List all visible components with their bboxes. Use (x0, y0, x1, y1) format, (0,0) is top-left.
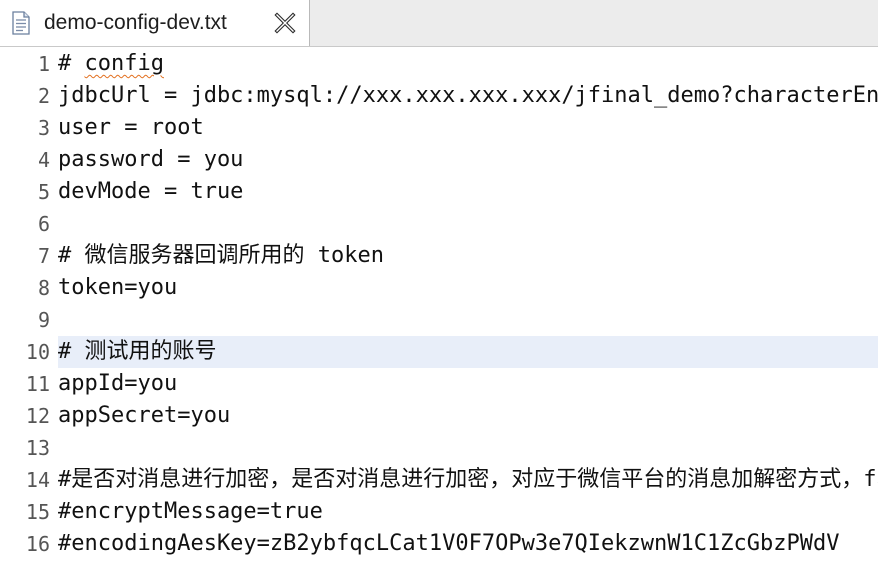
line-content: jdbcUrl = jdbc:mysql://xxx.xxx.xxx.xxx/j… (58, 83, 878, 108)
line-text[interactable]: appSecret=you (58, 400, 878, 432)
line-text[interactable]: # 微信服务器回调所用的 token (58, 240, 878, 272)
line-number: 8 (37, 276, 50, 300)
line-number: 6 (37, 212, 50, 236)
line-content: password = you (58, 147, 244, 172)
line-content: appId=you (58, 371, 178, 396)
code-line[interactable]: 10 # 测试用的账号 (0, 336, 878, 368)
line-text[interactable]: devMode = true (58, 176, 878, 208)
text-editor[interactable]: 1 # config 2 jdbcUrl = jdbc:mysql://xxx.xxx… (0, 47, 878, 572)
line-text[interactable]: #encodingAesKey=zB2ybfqcLCat1V0F7OPw3e7Q… (58, 528, 878, 560)
line-content: token=you (58, 275, 178, 300)
line-text[interactable]: appId=you (58, 368, 878, 400)
close-icon[interactable] (274, 12, 296, 34)
line-content: #encodingAesKey=zB2ybfqcLCat1V0F7OPw3e7Q… (58, 531, 840, 556)
tab-title: demo-config-dev.txt (44, 11, 227, 34)
line-text[interactable]: token=you (58, 272, 878, 304)
line-number: 7 (37, 244, 50, 268)
line-text[interactable]: #encryptMessage=true (58, 496, 878, 528)
line-content: devMode = true (58, 179, 244, 204)
code-line[interactable]: 4 password = you (0, 144, 878, 176)
line-text[interactable] (58, 304, 878, 336)
tab-demo-config-dev[interactable]: demo-config-dev.txt (0, 0, 310, 46)
line-number: 15 (25, 500, 50, 524)
code-line[interactable]: 6 (0, 208, 878, 240)
line-text[interactable] (58, 432, 878, 464)
editor-window: demo-config-dev.txt 1 # config 2 jdbcUrl = … (0, 0, 878, 572)
code-line[interactable]: 14 #是否对消息进行加密，是否对消息进行加密，对应于微信平台的消息加解密方式，f… (0, 464, 878, 496)
line-number: 1 (37, 52, 50, 76)
line-number: 5 (37, 180, 50, 204)
line-text[interactable]: # config (58, 48, 878, 80)
line-content: appSecret=you (58, 403, 231, 428)
line-text[interactable]: jdbcUrl = jdbc:mysql://xxx.xxx.xxx.xxx/j… (58, 80, 878, 112)
line-content: #是否对消息进行加密，是否对消息进行加密，对应于微信平台的消息加解密方式，fa (58, 467, 878, 492)
line-number: 13 (25, 436, 50, 460)
line-content: # 微信服务器回调所用的 token (58, 243, 384, 268)
line-text[interactable] (58, 208, 878, 240)
code-line[interactable]: 15 #encryptMessage=true (0, 496, 878, 528)
code-line[interactable]: 1 # config (0, 48, 878, 80)
line-content: user = root (58, 115, 204, 140)
code-line[interactable]: 5 devMode = true (0, 176, 878, 208)
code-line[interactable]: 8 token=you (0, 272, 878, 304)
line-number: 16 (25, 532, 50, 556)
comment-prefix: # (58, 51, 85, 76)
line-text[interactable]: #是否对消息进行加密，是否对消息进行加密，对应于微信平台的消息加解密方式，fa (58, 464, 878, 496)
line-number: 4 (37, 148, 50, 172)
line-number: 2 (37, 84, 50, 108)
line-number: 12 (25, 404, 50, 428)
code-line[interactable]: 7 # 微信服务器回调所用的 token (0, 240, 878, 272)
line-number: 10 (25, 340, 50, 364)
code-line[interactable]: 11 appId=you (0, 368, 878, 400)
code-line[interactable]: 2 jdbcUrl = jdbc:mysql://xxx.xxx.xxx.xxx/… (0, 80, 878, 112)
code-line[interactable]: 9 (0, 304, 878, 336)
line-text[interactable]: user = root (58, 112, 878, 144)
line-content: #encryptMessage=true (58, 499, 323, 524)
line-number: 3 (37, 116, 50, 140)
code-line[interactable]: 12 appSecret=you (0, 400, 878, 432)
misspelled-word: config (84, 51, 164, 76)
tab-bar: demo-config-dev.txt (0, 0, 878, 47)
code-line[interactable]: 16 #encodingAesKey=zB2ybfqcLCat1V0F7OPw3e… (0, 528, 878, 560)
line-text[interactable]: # 测试用的账号 (58, 336, 878, 368)
line-number: 14 (25, 468, 50, 492)
line-text[interactable]: password = you (58, 144, 878, 176)
code-line[interactable]: 3 user = root (0, 112, 878, 144)
code-line[interactable]: 13 (0, 432, 878, 464)
line-number: 11 (25, 372, 50, 396)
line-content: # 测试用的账号 (58, 339, 217, 364)
text-file-icon (12, 11, 30, 35)
line-number: 9 (37, 308, 50, 332)
